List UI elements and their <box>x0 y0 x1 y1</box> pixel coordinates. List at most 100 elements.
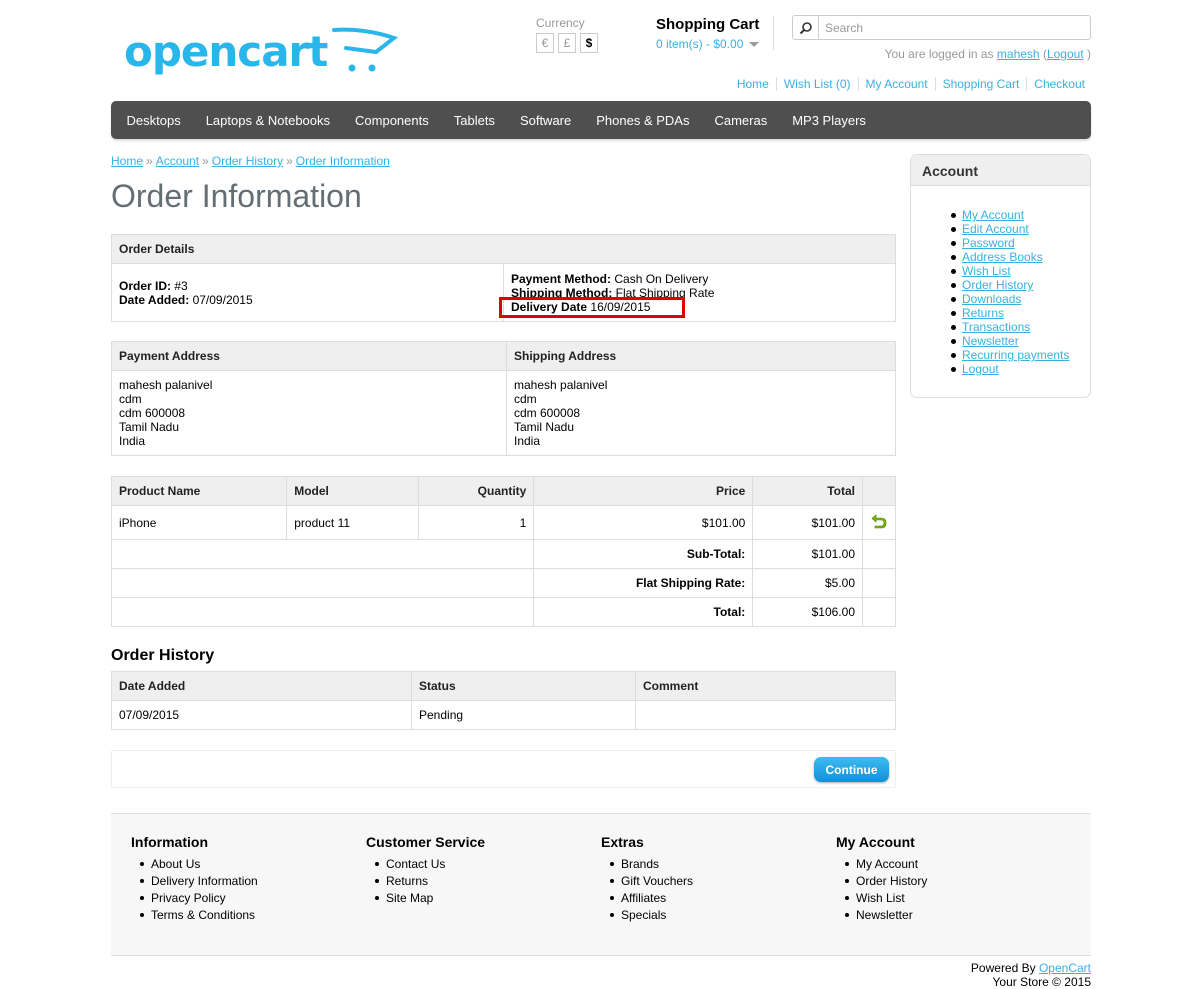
buttons-bar: Continue <box>111 750 896 788</box>
breadcrumb-home[interactable]: Home <box>111 154 143 168</box>
footer-heading: Information <box>131 834 208 850</box>
search-box <box>792 15 1091 40</box>
sidebar-item-recurring-payments[interactable]: Recurring payments <box>962 348 1069 362</box>
menu-item-cameras[interactable]: Cameras <box>702 113 780 128</box>
breadcrumb: Home» Account» Order History» Order Informa… <box>111 154 390 168</box>
logo-text: opencart <box>124 27 328 76</box>
menu-item-components[interactable]: Components <box>343 113 442 128</box>
search-button[interactable] <box>793 16 819 39</box>
opencart-link[interactable]: OpenCart <box>1039 961 1091 975</box>
sidebar-item-logout[interactable]: Logout <box>962 362 999 376</box>
footer-link-affiliates[interactable]: Affiliates <box>609 890 693 907</box>
product-model: product 11 <box>286 505 419 540</box>
col-price: Price <box>533 476 754 506</box>
shipping-rate-label: Flat Shipping Rate: <box>533 568 754 598</box>
breadcrumb-order-history[interactable]: Order History <box>212 154 283 168</box>
menu-item-phones[interactable]: Phones & PDAs <box>584 113 702 128</box>
sidebar-item-password[interactable]: Password <box>962 236 1015 250</box>
order-history-table: Date Added Status Comment 07/09/2015 Pen… <box>111 671 896 730</box>
footer-link-returns[interactable]: Returns <box>374 873 485 890</box>
col-date-added: Date Added <box>111 671 412 701</box>
breadcrumb-order-information[interactable]: Order Information <box>296 154 390 168</box>
footer-link-site-map[interactable]: Site Map <box>374 890 485 907</box>
top-link-shopping-cart[interactable]: Shopping Cart <box>934 77 1027 91</box>
menu-item-laptops[interactable]: Laptops & Notebooks <box>193 113 342 128</box>
sidebar-item-downloads[interactable]: Downloads <box>962 292 1021 306</box>
totals-row: Total: $106.00 <box>110 597 896 627</box>
payment-method: Cash On Delivery <box>614 271 709 286</box>
sidebar-item-transactions[interactable]: Transactions <box>962 320 1030 334</box>
subtotal-value: $101.00 <box>752 539 863 569</box>
powered-by: Powered By OpenCart Your Store © 2015 <box>970 961 1091 989</box>
cart-summary[interactable]: 0 item(s) - $0.00 <box>656 37 760 51</box>
copyright: Your Store © 2015 <box>992 975 1091 989</box>
product-quantity: 1 <box>417 505 535 540</box>
shipping-address: mahesh palanivel cdm cdm 600008 Tamil Nadu I… <box>506 370 896 456</box>
logout-link[interactable]: Logout <box>1047 47 1084 61</box>
cart-title: Shopping Cart <box>656 16 760 33</box>
footer-link-order-history[interactable]: Order History <box>844 873 927 890</box>
col-model: Model <box>286 476 419 506</box>
currency-dollar-button[interactable]: $ <box>580 33 598 53</box>
footer-link-delivery-information[interactable]: Delivery Information <box>140 873 258 890</box>
shipping-method: Flat Shipping Rate <box>615 285 715 300</box>
currency-euro-button[interactable]: € <box>536 33 554 53</box>
search-icon <box>799 21 812 34</box>
payment-address: mahesh palanivel cdm cdm 600008 Tamil Nadu I… <box>111 370 507 456</box>
footer-link-specials[interactable]: Specials <box>609 907 693 924</box>
sidebar-item-my-account[interactable]: My Account <box>962 208 1024 222</box>
currency-label: Currency <box>536 16 585 30</box>
footer-link-gift-vouchers[interactable]: Gift Vouchers <box>609 873 693 890</box>
order-details-heading: Order Details <box>111 234 896 264</box>
sidebar-item-returns[interactable]: Returns <box>962 306 1004 320</box>
menu-item-mp3[interactable]: MP3 Players <box>780 113 879 128</box>
order-date-added: 07/09/2015 <box>192 292 253 307</box>
footer-link-my-account[interactable]: My Account <box>844 856 927 873</box>
order-id: #3 <box>174 278 188 293</box>
opencart-logo[interactable]: opencart <box>124 24 399 80</box>
footer-link-brands[interactable]: Brands <box>609 856 693 873</box>
return-icon[interactable] <box>870 513 888 529</box>
footer-link-newsletter[interactable]: Newsletter <box>844 907 927 924</box>
footer-link-about-us[interactable]: About Us <box>140 856 258 873</box>
footer-link-wish-list[interactable]: Wish List <box>844 890 927 907</box>
col-product-name: Product Name <box>110 476 288 506</box>
search-input[interactable] <box>819 20 1079 35</box>
order-details-table: Order Details Order ID: #3 Date Added: 0… <box>111 234 896 322</box>
footer-link-contact-us[interactable]: Contact Us <box>374 856 485 873</box>
footer-column-information: Information About Us Delivery Informatio… <box>131 834 258 924</box>
breadcrumb-account[interactable]: Account <box>156 154 199 168</box>
top-link-home[interactable]: Home <box>730 77 776 91</box>
top-link-checkout[interactable]: Checkout <box>1026 77 1092 91</box>
table-row: 07/09/2015 Pending <box>111 700 896 730</box>
category-menu: Desktops Laptops & Notebooks Components … <box>111 101 1091 139</box>
col-status: Status <box>411 671 636 701</box>
products-table: Product Name Model Quantity Price Total … <box>110 476 896 627</box>
footer-link-terms[interactable]: Terms & Conditions <box>140 907 258 924</box>
username-link[interactable]: mahesh <box>997 47 1040 61</box>
return-button[interactable] <box>862 505 896 540</box>
top-links: Home Wish List (0) My Account Shopping C… <box>730 77 1092 91</box>
footer: Information About Us Delivery Informatio… <box>111 813 1091 956</box>
sidebar-item-newsletter[interactable]: Newsletter <box>962 334 1019 348</box>
continue-button[interactable]: Continue <box>814 757 889 782</box>
sidebar-item-wish-list[interactable]: Wish List <box>962 264 1011 278</box>
top-link-my-account[interactable]: My Account <box>857 77 935 91</box>
sidebar-item-order-history[interactable]: Order History <box>962 278 1033 292</box>
header-cart: Shopping Cart 0 item(s) - $0.00 <box>656 16 760 51</box>
address-table: Payment Address Shipping Address mahesh … <box>111 341 896 456</box>
col-quantity: Quantity <box>417 476 535 506</box>
col-total: Total <box>752 476 863 506</box>
menu-item-desktops[interactable]: Desktops <box>114 113 193 128</box>
product-price: $101.00 <box>533 505 754 540</box>
footer-link-privacy-policy[interactable]: Privacy Policy <box>140 890 258 907</box>
sidebar-item-address-books[interactable]: Address Books <box>962 250 1043 264</box>
menu-item-tablets[interactable]: Tablets <box>441 113 507 128</box>
top-link-wishlist[interactable]: Wish List (0) <box>775 77 858 91</box>
currency-pound-button[interactable]: £ <box>558 33 576 53</box>
sidebar-item-edit-account[interactable]: Edit Account <box>962 222 1029 236</box>
menu-item-software[interactable]: Software <box>507 113 583 128</box>
shipping-rate-value: $5.00 <box>752 568 863 598</box>
payment-address-heading: Payment Address <box>111 341 507 371</box>
totals-row: Flat Shipping Rate: $5.00 <box>110 568 896 598</box>
